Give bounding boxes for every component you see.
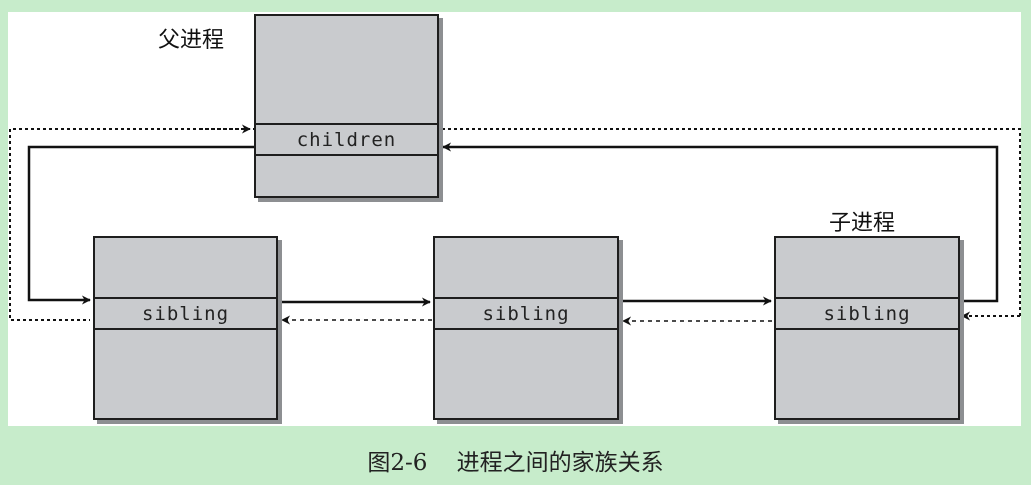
child-process-label: 子进程 xyxy=(829,211,896,236)
child-process-box-3: sibling xyxy=(774,236,960,420)
sibling-field-2: sibling xyxy=(435,297,617,330)
parent-process-box: children xyxy=(254,14,439,198)
figure-caption: 图2-6 进程之间的家族关系 xyxy=(367,450,664,476)
children-field: children xyxy=(256,123,437,156)
sibling-field-1: sibling xyxy=(95,297,276,330)
sibling-field-3: sibling xyxy=(776,297,958,330)
child-process-box-1: sibling xyxy=(93,236,278,420)
parent-process-label: 父进程 xyxy=(158,28,225,53)
child-process-box-2: sibling xyxy=(433,236,619,420)
